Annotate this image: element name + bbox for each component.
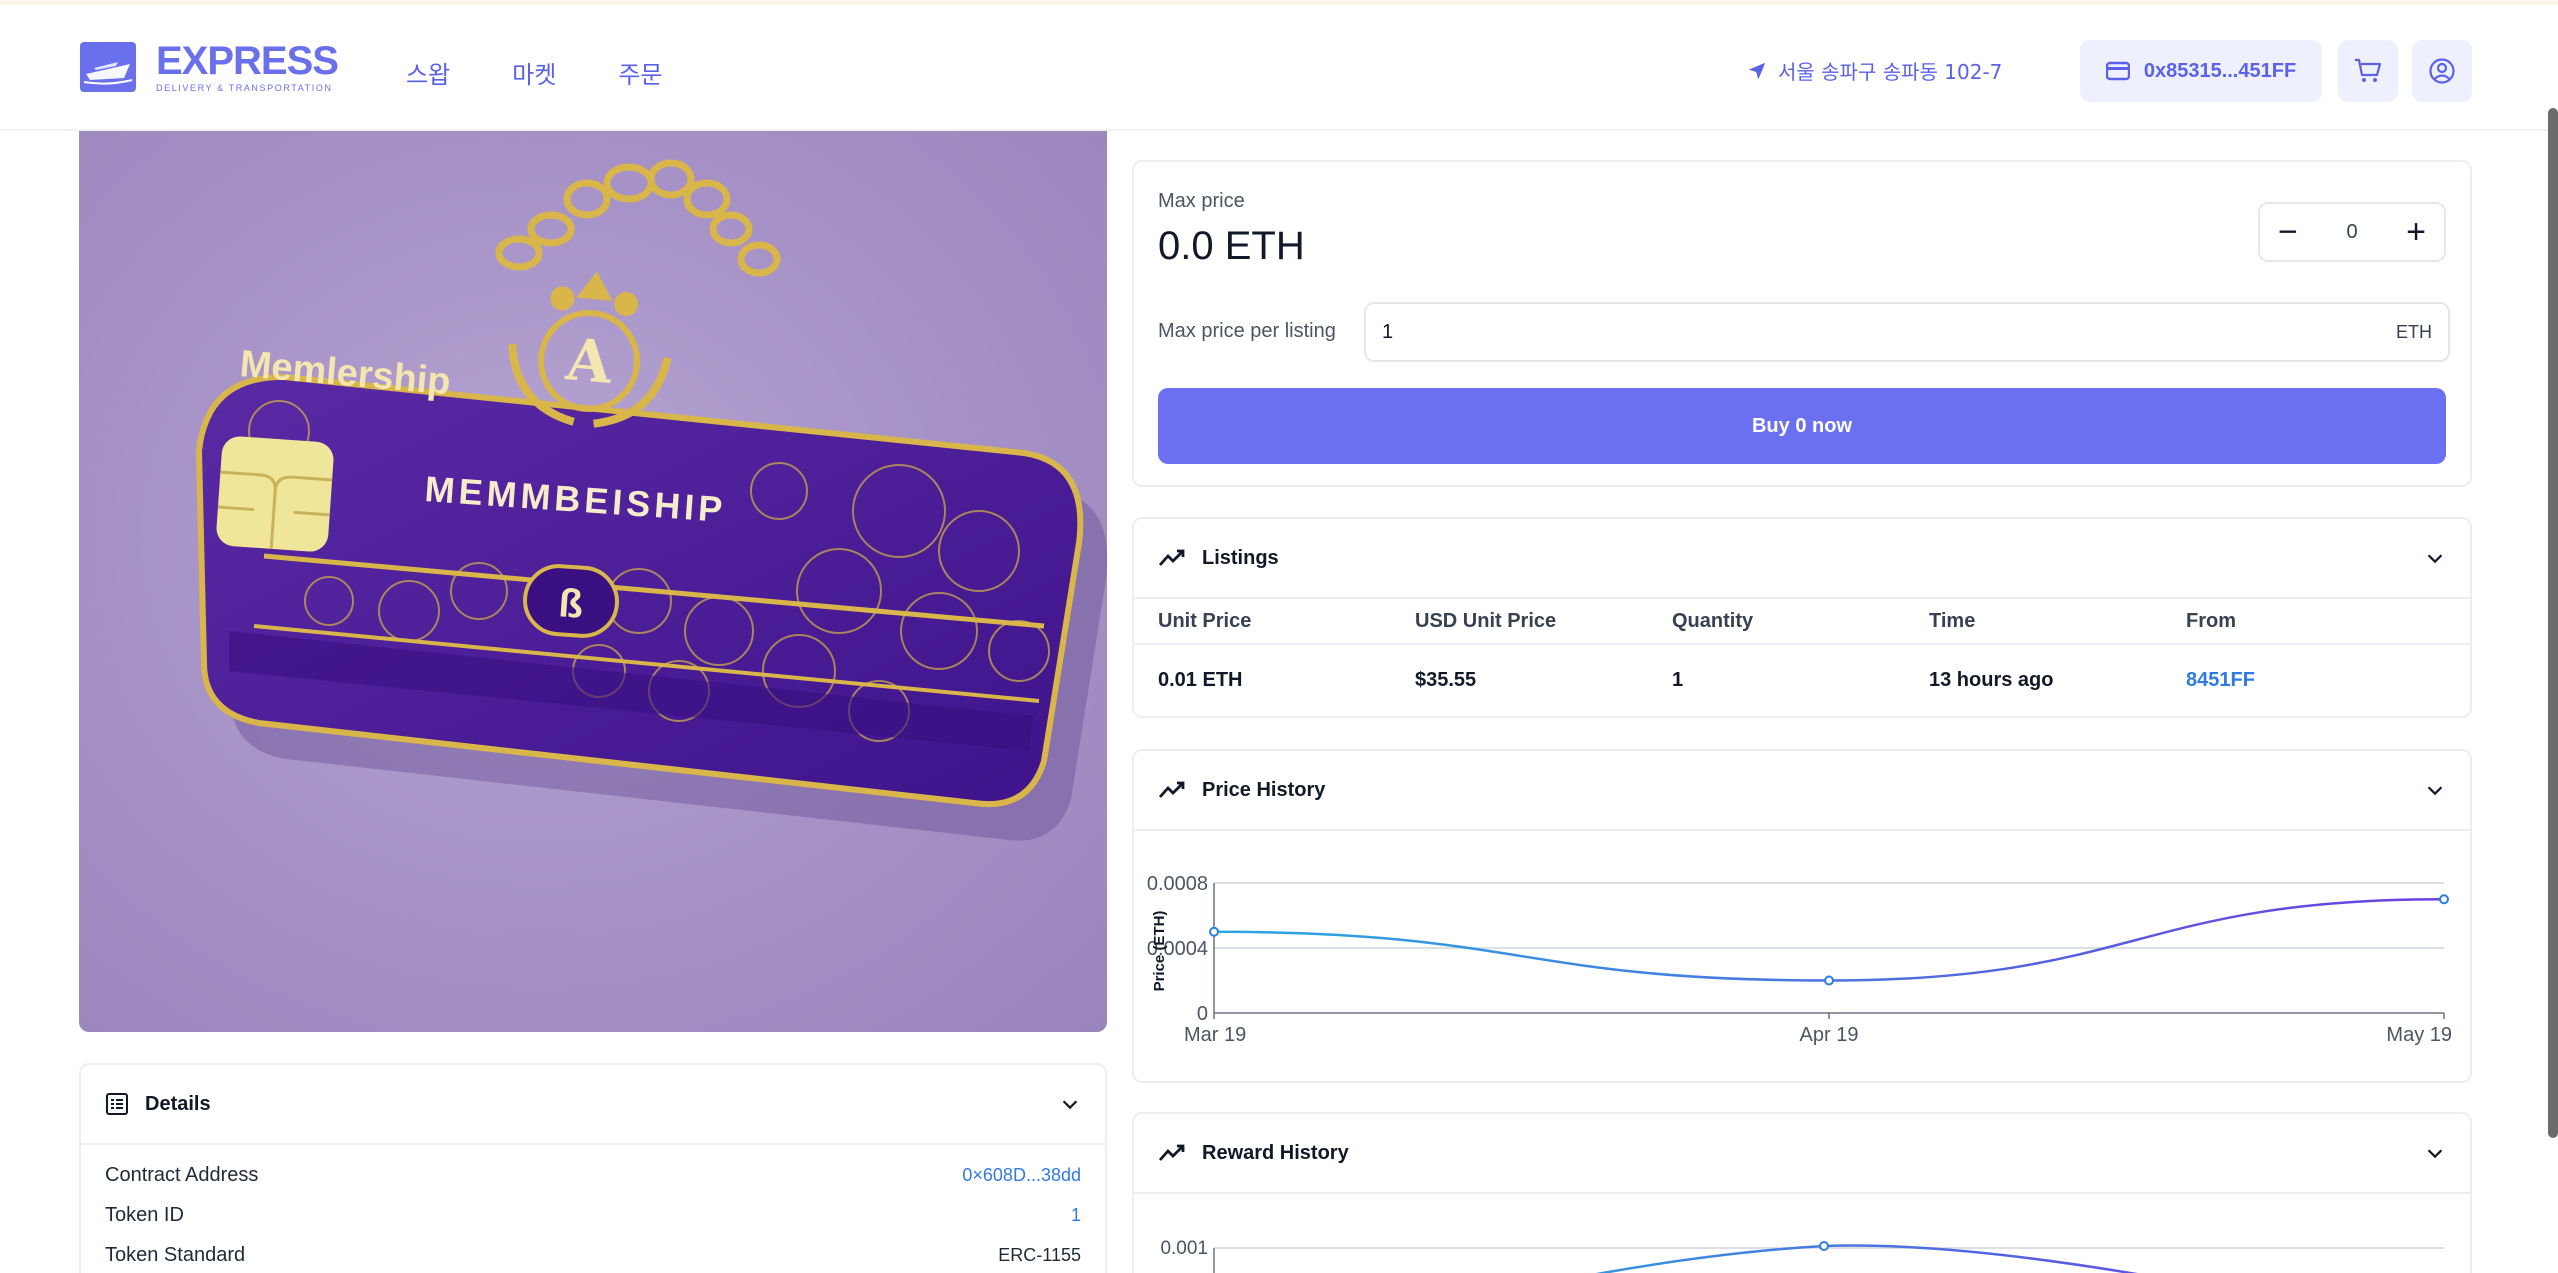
price-point[interactable]: [1209, 926, 1219, 937]
wallet-icon: [2105, 61, 2130, 81]
location-arrow-icon: [1748, 62, 1766, 79]
reward-history-title: Reward History: [1202, 1141, 1349, 1164]
main-nav: 스왑 마켓 주문: [406, 55, 663, 90]
x-tick-label: Mar 19: [1184, 1024, 1246, 1046]
increment-button[interactable]: +: [2406, 215, 2426, 249]
listings-title: Listings: [1202, 546, 1279, 569]
col-usd-unit-price: USD Unit Price: [1415, 609, 1557, 632]
crest-letter: A: [563, 325, 616, 397]
list-icon: [106, 1093, 128, 1115]
reward-history-header[interactable]: Reward History: [1134, 1114, 2470, 1194]
ship-icon: [80, 42, 136, 92]
nav-swap[interactable]: 스왑: [406, 55, 450, 90]
chevron-down-icon[interactable]: [2424, 779, 2446, 801]
reward-history-chart: 0.001: [1160, 1238, 2444, 1273]
brand-logo[interactable]: EXPRESS DELIVERY & TRANSPORTATION: [80, 39, 339, 93]
reward-y-tick: 0.001: [1160, 1238, 1208, 1259]
cell-unit-price: 0.01 ETH: [1158, 668, 1243, 691]
trend-line-icon: [1158, 1144, 1185, 1161]
cart-button[interactable]: [2338, 40, 2398, 102]
chevron-down-icon[interactable]: [2424, 1142, 2446, 1164]
profile-button[interactable]: [2412, 40, 2472, 102]
reward-point: [1819, 1241, 1829, 1251]
header: EXPRESS DELIVERY & TRANSPORTATION 스왑 마켓 …: [0, 5, 2558, 131]
wallet-address: 0x85315...451FF: [2143, 59, 2297, 82]
max-price-per-listing-label: Max price per listing: [1158, 320, 1336, 342]
cell-usd-unit-price: $35.55: [1415, 668, 1477, 691]
chevron-down-icon[interactable]: [1059, 1093, 1081, 1115]
cell-time: 13 hours ago: [1929, 668, 2054, 691]
col-from: From: [2186, 609, 2236, 632]
details-header[interactable]: Details: [81, 1065, 1105, 1145]
buy-now-button[interactable]: Buy 0 now: [1158, 388, 2446, 464]
quantity-stepper: − 0 +: [2258, 202, 2446, 262]
col-quantity: Quantity: [1672, 609, 1754, 632]
listings-table-header: Unit Price USD Unit Price Quantity Time …: [1134, 599, 2470, 645]
brand-title: EXPRESS: [156, 39, 339, 83]
details-panel: Details Contract Address 0×608D...38dd T…: [79, 1063, 1107, 1273]
quantity-value[interactable]: 0: [2346, 221, 2357, 244]
contract-address-link[interactable]: 0×608D...38dd: [962, 1165, 1081, 1186]
y-tick-label: 0.0008: [1147, 873, 1208, 895]
price-history-panel: Price History 0 0.0004 0.0008 Mar 19 Apr 19 M…: [1132, 749, 2472, 1083]
chevron-down-icon[interactable]: [2424, 547, 2446, 569]
user-circle-icon: [2429, 58, 2455, 84]
location-text: 서울 송파구 송파동 102-7: [1778, 60, 2003, 84]
card-emblem-text: ß: [557, 581, 584, 627]
detail-row-contract: Contract Address 0×608D...38dd: [81, 1155, 1105, 1195]
col-time: Time: [1929, 609, 1976, 632]
currency-unit: ETH: [2396, 321, 2432, 342]
max-price-per-listing-input[interactable]: [1382, 320, 2282, 344]
cart-icon: [2355, 58, 2382, 82]
decrement-button[interactable]: −: [2278, 215, 2298, 249]
x-tick-label: Apr 19: [1800, 1024, 1859, 1046]
cell-quantity: 1: [1672, 668, 1684, 691]
max-price-label: Max price: [1158, 190, 1245, 212]
token-standard-value: ERC-1155: [998, 1244, 1081, 1265]
wallet-button[interactable]: 0x85315...451FF: [2080, 40, 2322, 102]
brand-subtitle: DELIVERY & TRANSPORTATION: [156, 83, 333, 93]
nav-orders[interactable]: 주문: [618, 55, 662, 90]
price-point[interactable]: [1824, 975, 1834, 986]
table-row[interactable]: 0.01 ETH $35.55 1 13 hours ago 8451FF: [1134, 645, 2470, 715]
nav-market[interactable]: 마켓: [512, 55, 556, 90]
detail-key: Token ID: [105, 1203, 184, 1226]
max-price-per-listing-field: ETH: [1364, 302, 2450, 362]
price-history-header[interactable]: Price History: [1134, 751, 2470, 831]
price-point[interactable]: [2439, 894, 2449, 905]
detail-row-standard: Token Standard ERC-1155: [81, 1235, 1105, 1273]
max-price-value: 0.0 ETH: [1158, 224, 1305, 268]
detail-key: Contract Address: [105, 1163, 259, 1186]
trend-line-icon: [1158, 549, 1185, 566]
trend-line-icon: [1158, 781, 1185, 798]
listings-header[interactable]: Listings: [1134, 519, 2470, 599]
details-title: Details: [145, 1092, 211, 1115]
y-axis-label: Price (ETH): [1151, 911, 1168, 992]
x-tick-label: May 19: [2386, 1024, 2452, 1046]
buy-panel: Max price 0.0 ETH − 0 + Max price per li…: [1132, 160, 2472, 487]
y-tick-label: 0: [1197, 1003, 1208, 1025]
detail-row-token-id: Token ID 1: [81, 1195, 1105, 1235]
seller-link[interactable]: 8451FF: [2186, 669, 2443, 692]
col-unit-price: Unit Price: [1158, 609, 1252, 632]
reward-history-panel: Reward History 0.001: [1132, 1112, 2472, 1273]
nft-image: A Memlership MEMMBEISHIP ß: [79, 131, 1107, 1032]
token-id-link[interactable]: 1: [1071, 1205, 1081, 1226]
page-scrollbar[interactable]: [2548, 108, 2558, 1138]
price-history-title: Price History: [1202, 778, 1326, 801]
listings-panel: Listings Unit Price USD Unit Price Quant…: [1132, 517, 2472, 718]
location-selector[interactable]: 서울 송파구 송파동 102-7: [1746, 56, 2002, 85]
detail-key: Token Standard: [105, 1243, 246, 1266]
price-line: [1213, 898, 2445, 982]
price-history-chart: 00.00040.0008Mar 19 Apr 19 May 19 Price (E…: [1147, 873, 2452, 1046]
